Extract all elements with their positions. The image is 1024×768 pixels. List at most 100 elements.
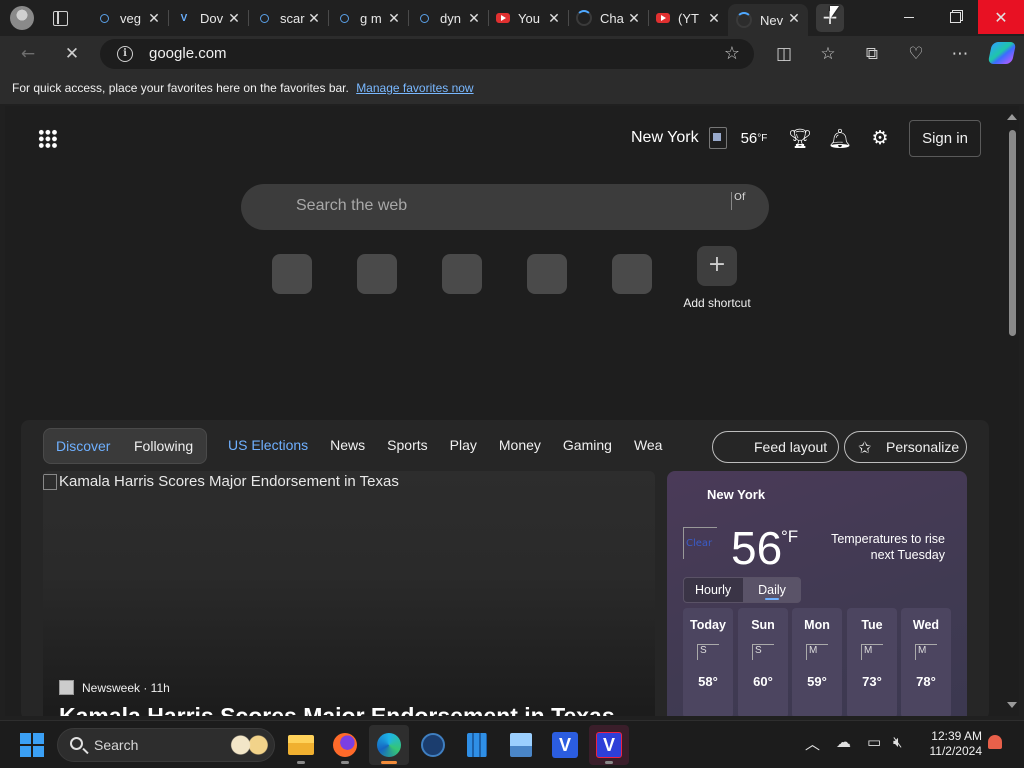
tab[interactable]: g m ✕ (328, 4, 409, 32)
close-tab-icon[interactable]: ✕ (626, 10, 642, 26)
tab[interactable]: dyn ✕ (408, 4, 489, 32)
tab-us-elections[interactable]: US Elections (228, 437, 308, 453)
network-icon[interactable]: ▭ (867, 733, 881, 751)
rewards-trophy-icon[interactable]: 🏆︎ (788, 126, 812, 150)
favorites-bar: For quick access, place your favorites h… (0, 72, 1024, 104)
following-tab[interactable]: Following (134, 438, 193, 454)
tab[interactable]: veg ✕ (88, 4, 169, 32)
firefox-icon[interactable] (325, 725, 365, 765)
steam-icon[interactable] (413, 725, 453, 765)
daily-tab[interactable]: Daily (743, 578, 801, 602)
stop-loading-button[interactable]: ✕ (58, 40, 86, 68)
weather-card[interactable]: New York Clear 56 °F Temperatures to ris… (667, 471, 967, 716)
close-tab-icon[interactable]: ✕ (306, 10, 322, 26)
tab-gaming[interactable]: Gaming (563, 437, 612, 453)
personalize-button[interactable]: ✩ Personalize (844, 431, 967, 463)
shortcut-tile[interactable] (357, 254, 397, 294)
day-name: Tue (861, 618, 883, 632)
news-feed: Discover Following US Elections News Sport… (21, 420, 989, 716)
header-weather[interactable]: New York 56 °F (631, 127, 767, 149)
forecast-day[interactable]: Sun S 60° (738, 608, 788, 716)
tab-play[interactable]: Play (450, 437, 477, 453)
back-button[interactable]: ← (14, 40, 42, 68)
web-search-box[interactable]: Of (241, 184, 769, 230)
tray-overflow-chevron-icon[interactable]: ︿ (805, 733, 820, 754)
profile-avatar[interactable] (10, 6, 34, 30)
feed-layout-button[interactable]: Feed layout (712, 431, 839, 463)
v-app-icon[interactable]: V (545, 725, 585, 765)
favorite-star-icon[interactable]: ☆ (724, 43, 740, 64)
edge-icon[interactable] (369, 725, 409, 765)
article-source: Newsweek · 11h (59, 680, 170, 695)
file-explorer-icon[interactable] (281, 725, 321, 765)
settings-gear-icon[interactable]: ⚙ (868, 126, 892, 150)
tab[interactable]: V Dov ✕ (168, 4, 249, 32)
manage-favorites-link[interactable]: Manage favorites now (356, 81, 473, 95)
weather-view-toggle: Hourly Daily (683, 577, 801, 603)
favorites-icon[interactable]: ☆ (814, 40, 842, 68)
scroll-up-arrow-icon[interactable] (1007, 114, 1017, 120)
add-shortcut-button[interactable]: + Add shortcut (681, 246, 753, 310)
tab-actions-icon[interactable] (50, 8, 70, 28)
browser-essentials-icon[interactable]: ♡ (902, 40, 930, 68)
close-tab-icon[interactable]: ✕ (386, 10, 402, 26)
article-headline[interactable]: Kamala Harris Scores Major Endorsement i… (59, 703, 615, 716)
close-tab-icon[interactable]: ✕ (706, 10, 722, 26)
tab[interactable]: (YT ✕ (648, 4, 728, 32)
article-source-text: Newsweek · 11h (82, 680, 170, 695)
tab-news[interactable]: News (330, 437, 365, 453)
apps-launcher-icon[interactable] (38, 129, 58, 149)
tab-weather[interactable]: Wea (634, 437, 663, 453)
tab-sports[interactable]: Sports (387, 437, 427, 453)
close-tab-icon[interactable]: ✕ (226, 10, 242, 26)
hourly-tab[interactable]: Hourly (695, 583, 731, 597)
split-screen-icon[interactable]: ◫ (770, 40, 798, 68)
hero-article-card[interactable]: Kamala Harris Scores Major Endorsement i… (43, 471, 655, 716)
notification-bell-icon[interactable] (988, 735, 1002, 749)
minimize-button[interactable] (886, 0, 932, 34)
collections-icon[interactable]: ⧉ (858, 40, 886, 68)
close-window-button[interactable]: ✕ (978, 0, 1024, 34)
forecast-day[interactable]: Tue M 73° (847, 608, 897, 716)
shortcut-tile[interactable] (272, 254, 312, 294)
system-clock[interactable]: 12:39 AM 11/2/2024 (922, 729, 983, 759)
forecast-day[interactable]: Today S 58° (683, 608, 733, 716)
discover-tab[interactable]: Discover (56, 438, 110, 454)
volume-muted-icon[interactable]: 🔇︎ (893, 733, 902, 751)
page-scrollbar[interactable] (1005, 106, 1019, 716)
tab-money[interactable]: Money (499, 437, 541, 453)
document-app-icon[interactable] (501, 725, 541, 765)
shortcut-tile[interactable] (442, 254, 482, 294)
start-windows-icon[interactable] (20, 733, 44, 757)
restore-button[interactable] (932, 0, 978, 34)
close-tab-icon[interactable]: ✕ (466, 10, 482, 26)
visual-search-icon[interactable]: Of (731, 192, 761, 210)
tab[interactable]: scar ✕ (248, 4, 329, 32)
v-app-running-icon[interactable]: V (589, 725, 629, 765)
clock-date: 11/2/2024 (929, 744, 983, 758)
search-input[interactable] (296, 197, 676, 215)
notifications-bell-icon[interactable]: 🔔︎ (828, 126, 852, 150)
tab-active[interactable]: Nev ✕ (728, 4, 808, 36)
url-text[interactable]: google.com (149, 45, 227, 62)
v-logo-icon: V (180, 12, 188, 24)
sign-in-button[interactable]: Sign in (909, 120, 981, 157)
onedrive-cloud-icon[interactable]: ☁ (836, 733, 851, 751)
scroll-down-arrow-icon[interactable] (1007, 702, 1017, 708)
close-tab-icon[interactable]: ✕ (146, 10, 162, 26)
forecast-day[interactable]: Mon M 59° (792, 608, 842, 716)
tab[interactable]: You ✕ (488, 4, 569, 32)
shortcut-tile[interactable] (527, 254, 567, 294)
forecast-day[interactable]: Wed M 78° (901, 608, 951, 716)
more-menu-icon[interactable]: ⋯ (946, 40, 974, 68)
close-tab-icon[interactable]: ✕ (546, 10, 562, 26)
site-info-icon[interactable]: i (117, 46, 133, 62)
add-shortcut-label: Add shortcut (683, 296, 751, 310)
tab[interactable]: Cha ✕ (568, 4, 649, 32)
scrollbar-thumb[interactable] (1009, 130, 1016, 336)
app-icon[interactable] (457, 725, 497, 765)
taskbar-search[interactable]: Search (57, 728, 275, 762)
close-tab-icon[interactable]: ✕ (786, 10, 802, 26)
address-bar[interactable]: i google.com ☆ (100, 39, 754, 69)
shortcut-tile[interactable] (612, 254, 652, 294)
